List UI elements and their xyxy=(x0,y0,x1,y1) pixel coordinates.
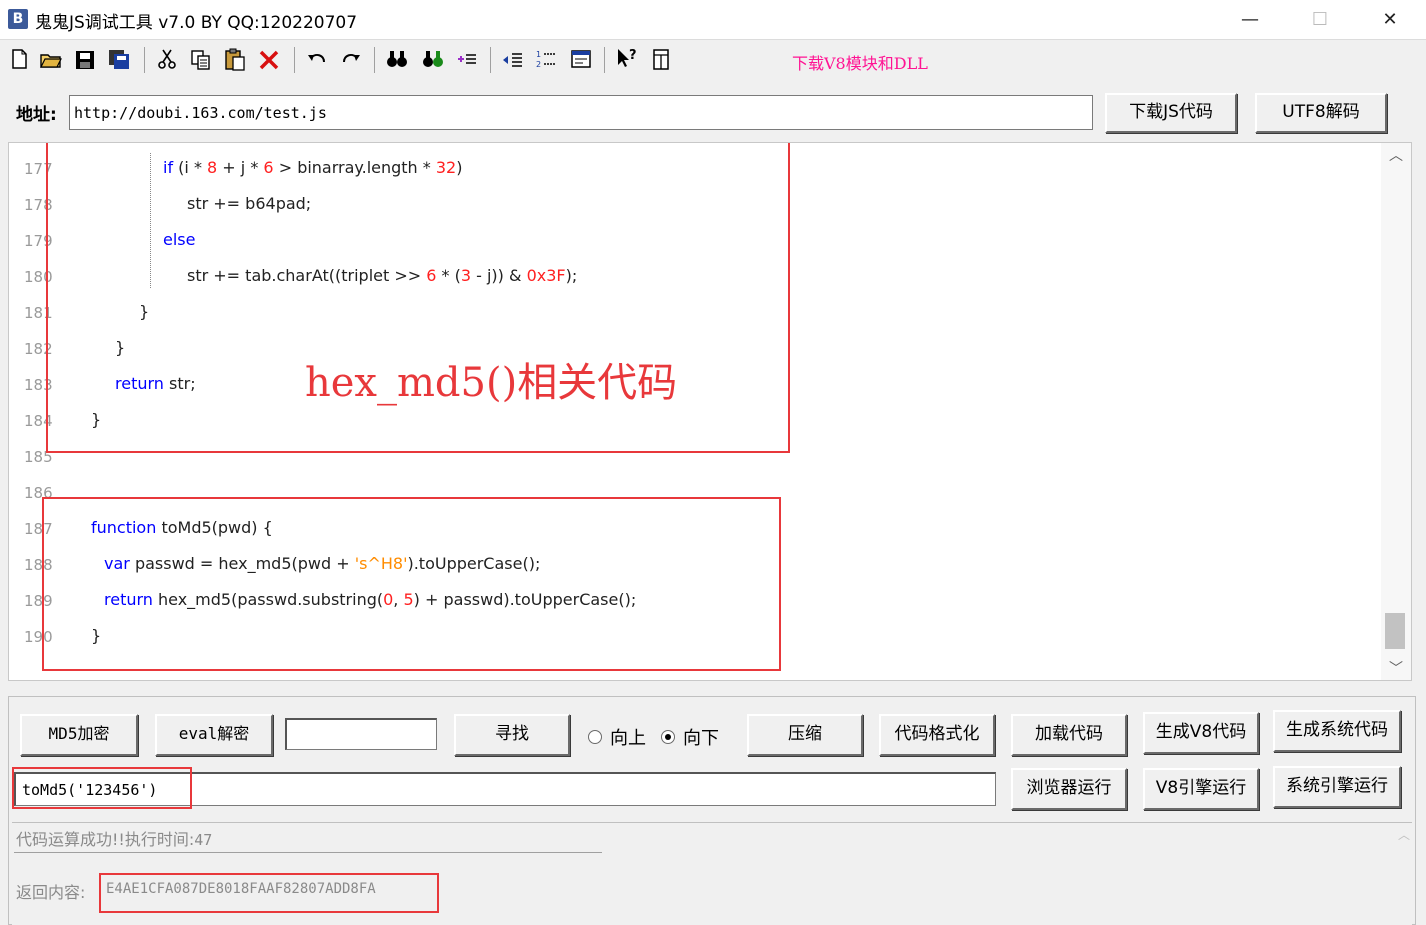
window-icon[interactable] xyxy=(568,45,594,73)
browser-run-button[interactable]: 浏览器运行 xyxy=(1011,768,1127,810)
close-button[interactable]: ✕ xyxy=(1355,0,1425,40)
address-label: 地址: xyxy=(16,105,57,125)
toolbar-separator xyxy=(604,47,605,73)
radio-down[interactable]: 向下 xyxy=(661,724,719,750)
minimize-button[interactable]: — xyxy=(1215,0,1285,40)
save-icon[interactable] xyxy=(72,45,98,73)
scroll-up-arrow-icon[interactable]: ︿ xyxy=(1381,143,1411,169)
generate-system-code-button[interactable]: 生成系统代码 xyxy=(1273,710,1401,752)
result-exec-time: 47 xyxy=(194,831,213,849)
radio-down-selected-icon xyxy=(661,730,675,744)
new-file-icon[interactable] xyxy=(6,45,32,73)
annotation-box-result xyxy=(99,873,439,913)
redo-icon[interactable] xyxy=(338,45,364,73)
md5-encrypt-button[interactable]: MD5加密 xyxy=(20,714,138,756)
svg-text:1: 1 xyxy=(536,50,541,59)
save-all-icon[interactable] xyxy=(106,45,132,73)
find-button[interactable]: 寻找 xyxy=(454,714,570,756)
search-input[interactable] xyxy=(285,718,437,750)
v8-engine-run-button[interactable]: V8引擎运行 xyxy=(1143,768,1259,810)
help-icon[interactable]: ? xyxy=(614,45,640,73)
result-status-text: 代码运算成功!!执行时间: xyxy=(16,830,195,849)
download-v8-link[interactable]: 下载V8模块和DLL xyxy=(792,50,928,74)
radio-up[interactable]: 向上 xyxy=(588,724,646,750)
toolbar: 12 ? xyxy=(0,41,1426,79)
load-code-button[interactable]: 加载代码 xyxy=(1011,714,1127,756)
result-scroll-up-icon[interactable]: ︿ xyxy=(1394,826,1414,925)
result-status: 代码运算成功!!执行时间:47 xyxy=(16,826,212,850)
toolbar-separator xyxy=(374,47,375,73)
panel-icon[interactable] xyxy=(648,45,674,73)
code-editor[interactable]: 177 178 179 180 181 182 183 184 185 186 … xyxy=(8,142,1412,681)
annotation-box-tomd5 xyxy=(42,497,781,671)
toggle-comment-icon[interactable] xyxy=(500,45,526,73)
numbered-list-icon[interactable]: 12 xyxy=(534,45,560,73)
svg-text:2: 2 xyxy=(536,60,541,69)
maximize-button[interactable]: ☐ xyxy=(1285,0,1355,40)
eval-decrypt-button[interactable]: eval解密 xyxy=(155,714,273,756)
return-label: 返回内容: xyxy=(16,883,86,902)
download-js-button[interactable]: 下载JS代码 xyxy=(1105,93,1237,133)
radio-down-label: 向下 xyxy=(683,728,719,749)
annotation-box-expression xyxy=(12,767,192,809)
compress-button[interactable]: 压缩 xyxy=(747,714,863,756)
copy-icon[interactable] xyxy=(188,45,214,73)
system-engine-run-button[interactable]: 系统引擎运行 xyxy=(1273,766,1401,808)
format-code-button[interactable]: 代码格式化 xyxy=(879,714,995,756)
app-icon: B xyxy=(8,9,28,29)
scroll-thumb[interactable] xyxy=(1385,613,1405,649)
generate-v8-code-button[interactable]: 生成V8代码 xyxy=(1143,712,1259,754)
delete-icon[interactable] xyxy=(256,45,282,73)
address-input[interactable] xyxy=(69,95,1093,130)
undo-icon[interactable] xyxy=(304,45,330,73)
paste-icon[interactable] xyxy=(222,45,248,73)
radio-up-icon xyxy=(588,730,602,744)
scroll-down-arrow-icon[interactable]: ﹀ xyxy=(1381,656,1411,680)
list-indent-icon[interactable] xyxy=(454,45,480,73)
svg-text:?: ? xyxy=(629,48,637,63)
open-folder-icon[interactable] xyxy=(38,45,64,73)
cut-icon[interactable] xyxy=(154,45,180,73)
title-bar: B 鬼鬼JS调试工具 v7.0 BY QQ:120220707 — ☐ ✕ xyxy=(0,0,1426,40)
window-title: 鬼鬼JS调试工具 v7.0 BY QQ:120220707 xyxy=(35,13,358,33)
radio-up-label: 向上 xyxy=(610,728,646,749)
toolbar-separator xyxy=(144,47,145,73)
toolbar-separator xyxy=(294,47,295,73)
toolbar-separator xyxy=(490,47,491,73)
annotation-text: hex_md5()相关代码 xyxy=(305,360,678,406)
utf8-decode-button[interactable]: UTF8解码 xyxy=(1255,93,1387,133)
find-next-icon[interactable] xyxy=(420,45,446,73)
find-icon[interactable] xyxy=(384,45,410,73)
result-divider xyxy=(14,852,602,853)
vertical-scrollbar[interactable]: ︿ ﹀ xyxy=(1381,143,1411,680)
